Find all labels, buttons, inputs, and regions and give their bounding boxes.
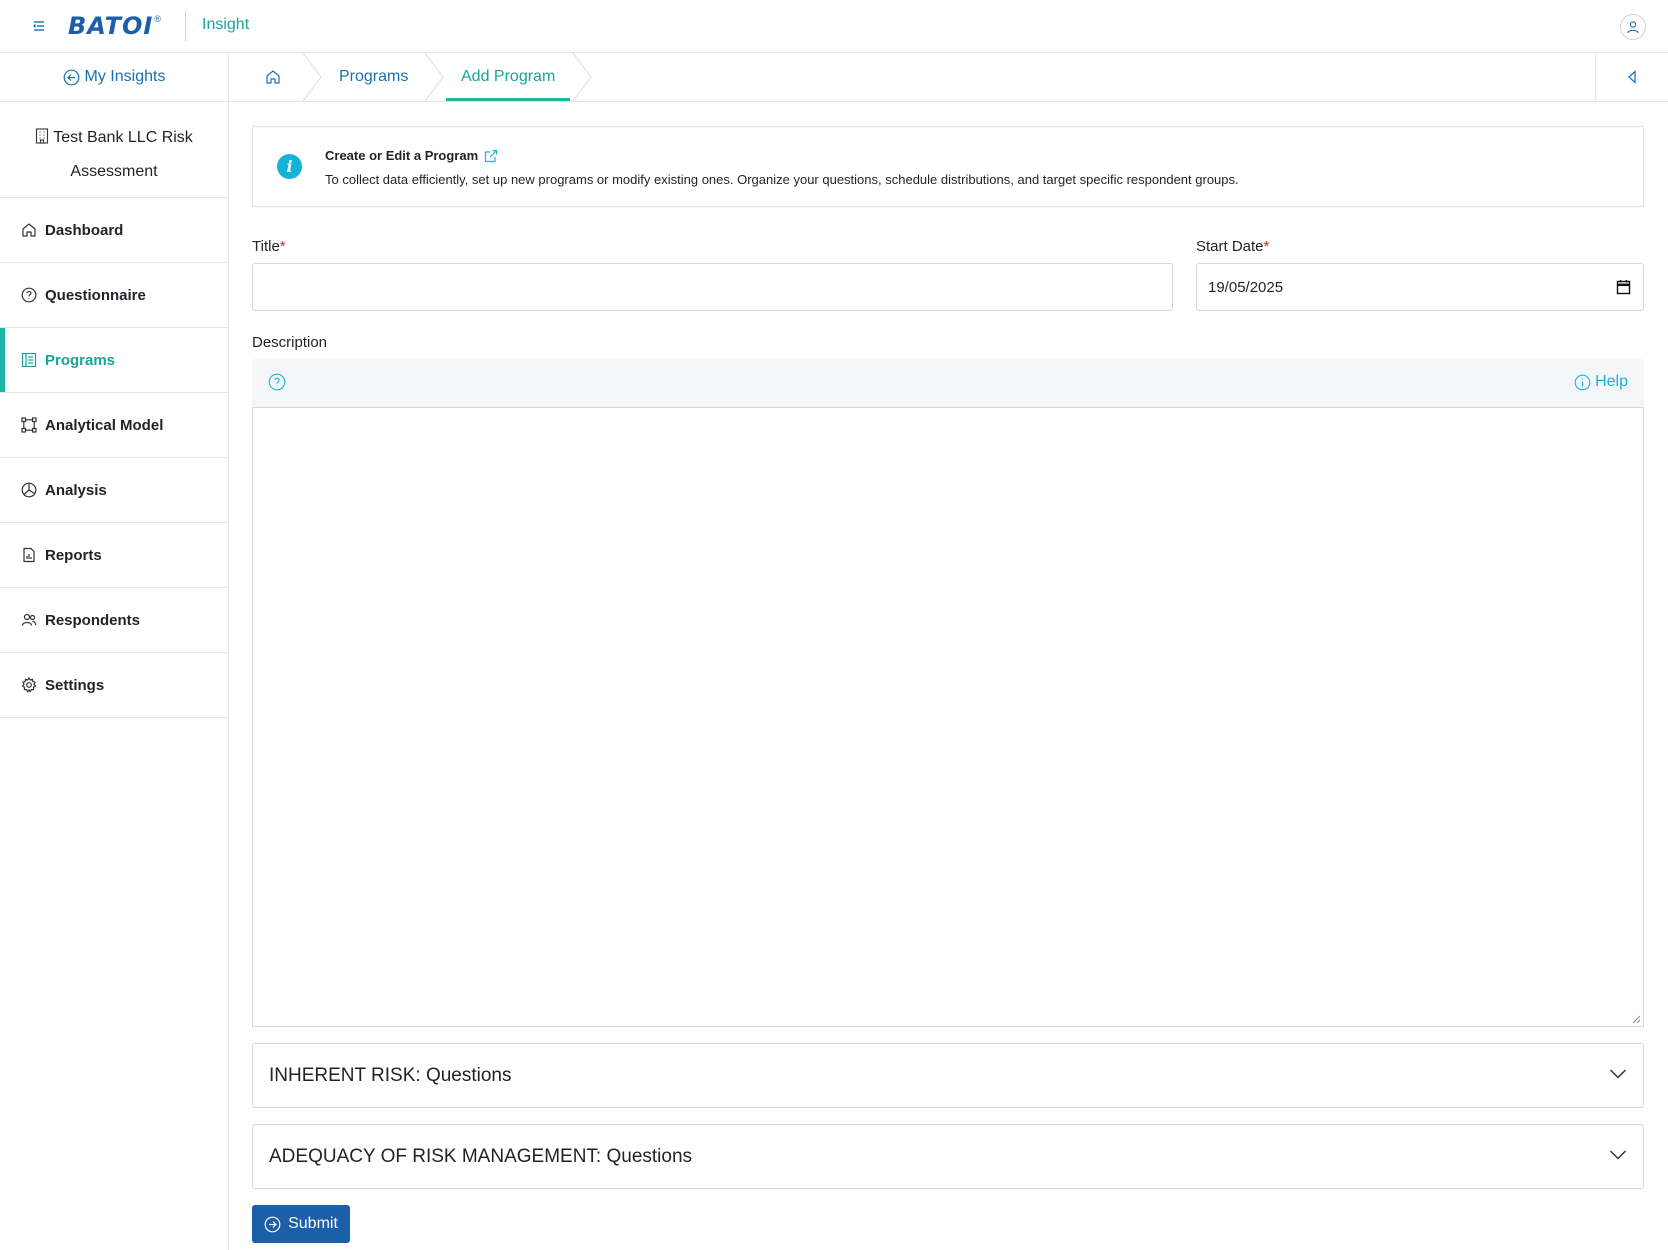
title-input[interactable]: [252, 263, 1173, 311]
section-inherent-risk[interactable]: INHERENT RISK: Questions: [252, 1043, 1644, 1108]
sidebar-item-label: Settings: [45, 676, 105, 694]
collapse-panel-button[interactable]: [1595, 53, 1668, 101]
home-icon: [22, 223, 36, 237]
info-banner: i Create or Edit a Program To collect da…: [252, 126, 1644, 207]
sidebar-item-analytical-model[interactable]: Analytical Model: [0, 393, 228, 458]
sidebar-item-label: Reports: [45, 546, 102, 564]
building-icon: [35, 124, 49, 156]
sidebar-item-programs[interactable]: Programs: [0, 328, 228, 393]
start-date-label: Start Date*: [1196, 238, 1269, 255]
info-title: Create or Edit a Program: [325, 148, 498, 163]
breadcrumb-programs[interactable]: Programs: [339, 53, 408, 101]
sidebar-item-settings[interactable]: Settings: [0, 653, 228, 718]
question-circle-icon: [21, 287, 37, 303]
sidebar-item-analysis[interactable]: Analysis: [0, 458, 228, 523]
gear-icon: [21, 677, 37, 693]
report-icon: [23, 547, 35, 563]
required-mark: *: [279, 238, 286, 255]
help-link[interactable]: Help: [1574, 373, 1628, 391]
chevron-down-icon: [1609, 1069, 1627, 1079]
info-circle-icon: [1574, 374, 1591, 390]
my-insights-link[interactable]: My Insights: [0, 53, 228, 102]
calendar-icon[interactable]: [1616, 279, 1631, 295]
start-date-value: 19/05/2025: [1208, 278, 1284, 296]
home-icon: [266, 70, 280, 84]
help-label: Help: [1595, 373, 1628, 390]
org-name-label: Test Bank LLC Risk Assessment: [53, 129, 193, 180]
start-date-input[interactable]: 19/05/2025: [1196, 263, 1644, 311]
info-icon: i: [277, 154, 302, 179]
sidebar-item-label: Respondents: [45, 611, 141, 629]
sidebar: My Insights Test Bank LLC Risk Assessmen…: [0, 53, 229, 1250]
breadcrumb-separator: [572, 53, 592, 101]
sidebar-item-label: Dashboard: [45, 221, 124, 239]
editor-toolbar: Help: [252, 359, 1644, 407]
breadcrumb-add-program[interactable]: Add Program: [461, 53, 555, 101]
arrow-right-circle-icon: [264, 1216, 281, 1232]
menu-toggle-icon[interactable]: [30, 16, 50, 36]
sidebar-item-label: Analysis: [45, 481, 107, 499]
caret-left-icon: [1628, 70, 1636, 84]
sidebar-item-questionnaire[interactable]: Questionnaire: [0, 263, 228, 328]
sidebar-item-label: Programs: [45, 351, 116, 369]
required-mark: *: [1263, 238, 1270, 255]
user-avatar-icon[interactable]: [1620, 14, 1646, 40]
org-name: Test Bank LLC Risk Assessment: [0, 102, 228, 198]
app-name: Insight: [202, 16, 250, 33]
submit-button[interactable]: Submit: [252, 1205, 350, 1243]
logo-registered-mark: ®: [154, 14, 161, 24]
breadcrumb-separator: [302, 53, 322, 101]
description-label: Description: [252, 334, 328, 351]
description-editor[interactable]: [252, 407, 1644, 1027]
my-insights-label: My Insights: [84, 68, 166, 85]
list-doc-icon: [21, 352, 37, 368]
breadcrumb: Programs Add Program: [229, 53, 1668, 102]
submit-label: Submit: [288, 1215, 338, 1232]
top-bar: BATOI ® Insight: [0, 0, 1668, 53]
logo-text: BATOI: [68, 12, 154, 40]
external-link-icon[interactable]: [484, 149, 498, 163]
breadcrumb-home[interactable]: [265, 53, 281, 101]
chevron-down-icon: [1609, 1150, 1627, 1160]
breadcrumb-separator: [424, 53, 444, 101]
sidebar-item-respondents[interactable]: Respondents: [0, 588, 228, 653]
start-date-label-text: Start Date: [1196, 238, 1264, 255]
title-label: Title*: [252, 238, 286, 255]
info-title-text: Create or Edit a Program: [325, 148, 479, 163]
section-title: ADEQUACY OF RISK MANAGEMENT: Questions: [269, 1145, 693, 1167]
section-title: INHERENT RISK: Questions: [269, 1064, 512, 1086]
sidebar-item-label: Questionnaire: [45, 286, 146, 304]
nodes-icon: [21, 417, 37, 433]
breadcrumb-active-indicator: [446, 98, 570, 101]
sidebar-item-dashboard[interactable]: Dashboard: [0, 198, 228, 263]
resize-handle-icon[interactable]: [1632, 1015, 1641, 1024]
question-circle-icon[interactable]: [268, 373, 286, 391]
sidebar-item-label: Analytical Model: [45, 416, 164, 434]
people-icon: [21, 613, 37, 626]
batoi-logo[interactable]: BATOI ®: [68, 12, 161, 40]
pie-icon: [21, 482, 37, 498]
section-adequacy-risk-management[interactable]: ADEQUACY OF RISK MANAGEMENT: Questions: [252, 1124, 1644, 1189]
title-label-text: Title: [252, 238, 280, 255]
back-circle-icon: [63, 69, 79, 85]
logo-divider: [185, 11, 186, 41]
sidebar-item-reports[interactable]: Reports: [0, 523, 228, 588]
info-description: To collect data efficiently, set up new …: [325, 172, 1239, 187]
